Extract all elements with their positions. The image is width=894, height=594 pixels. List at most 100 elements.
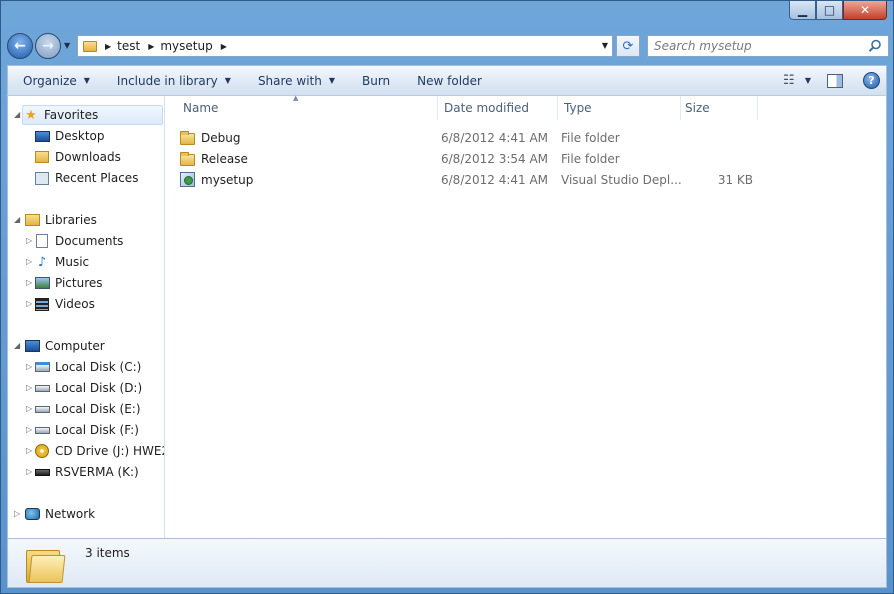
tree-label: Music xyxy=(55,255,90,269)
file-date: 6/8/2012 4:41 AM xyxy=(441,172,549,187)
preview-pane-icon[interactable] xyxy=(827,73,843,88)
organize-label: Organize xyxy=(23,73,77,88)
file-list: Name ▲ Date modified Type Size Debug 6/8… xyxy=(166,94,886,538)
tree-local-disk-e[interactable]: Local Disk (E:) xyxy=(34,399,141,419)
tree-desktop[interactable]: Desktop xyxy=(34,126,105,146)
expander-closed-icon[interactable]: ▷ xyxy=(26,257,32,266)
tree-label: Local Disk (D:) xyxy=(55,381,143,395)
back-button[interactable]: ← xyxy=(7,33,33,59)
folder-icon xyxy=(180,130,196,146)
expander-open-icon[interactable]: ◢ xyxy=(14,110,20,119)
expander-open-icon[interactable]: ◢ xyxy=(14,341,20,350)
tree-videos[interactable]: Videos xyxy=(34,294,95,314)
view-options-dropdown[interactable]: ▼ xyxy=(805,76,811,85)
table-row[interactable]: Debug 6/8/2012 4:41 AM File folder xyxy=(180,127,753,148)
tree-documents[interactable]: Documents xyxy=(34,231,123,251)
item-count: 3 items xyxy=(85,546,130,560)
new-folder-button[interactable]: New folder xyxy=(402,66,494,95)
network-icon xyxy=(24,506,40,522)
file-name: Release xyxy=(201,151,248,166)
tree-local-disk-d[interactable]: Local Disk (D:) xyxy=(34,378,142,398)
tree-label: Network xyxy=(45,507,96,521)
search-icon[interactable] xyxy=(868,39,882,53)
burn-button[interactable]: Burn xyxy=(347,66,402,95)
file-type: File folder xyxy=(561,151,620,166)
help-icon[interactable]: ? xyxy=(863,72,880,89)
table-row[interactable]: mysetup 6/8/2012 4:41 AM Visual Studio D… xyxy=(180,169,753,190)
tree-downloads[interactable]: Downloads xyxy=(34,147,121,167)
recent-pages-dropdown[interactable]: ▼ xyxy=(64,41,70,50)
expander-closed-icon[interactable]: ▷ xyxy=(26,404,32,413)
tree-network[interactable]: Network xyxy=(24,504,95,524)
search-box xyxy=(647,35,889,57)
expander-closed-icon[interactable]: ▷ xyxy=(26,278,32,287)
column-date-label: Date modified xyxy=(444,101,530,115)
content-area: ◢ ★ Favorites Desktop Downloads Recent P… xyxy=(7,94,887,538)
organize-button[interactable]: Organize ▼ xyxy=(8,66,102,95)
expander-closed-icon[interactable]: ▷ xyxy=(26,425,32,434)
expander-closed-icon[interactable]: ▷ xyxy=(14,509,20,518)
table-row[interactable]: Release 6/8/2012 3:54 AM File folder xyxy=(180,148,753,169)
column-date-modified[interactable]: Date modified xyxy=(438,96,558,120)
downloads-icon xyxy=(34,149,50,165)
tree-music[interactable]: ♪ Music xyxy=(34,252,89,272)
tree-computer[interactable]: Computer xyxy=(24,336,105,356)
cd-drive-icon xyxy=(34,443,50,459)
address-dropdown-icon[interactable]: ▼ xyxy=(602,41,608,50)
chevron-down-icon: ▼ xyxy=(224,76,231,85)
tree-pictures[interactable]: Pictures xyxy=(34,273,103,293)
expander-open-icon[interactable]: ◢ xyxy=(14,215,20,224)
tree-label: Desktop xyxy=(55,129,105,143)
tree-libraries[interactable]: Libraries xyxy=(24,210,97,230)
expander-closed-icon[interactable]: ▷ xyxy=(26,446,32,455)
include-label: Include in library xyxy=(116,73,218,88)
maximize-button[interactable]: □ xyxy=(816,1,843,20)
tree-label: Documents xyxy=(55,234,124,248)
burn-label: Burn xyxy=(362,73,391,88)
forward-button[interactable]: → xyxy=(35,33,61,59)
expander-closed-icon[interactable]: ▷ xyxy=(26,299,32,308)
change-view-icon[interactable]: ☷ xyxy=(779,73,799,88)
expander-closed-icon[interactable]: ▷ xyxy=(26,236,32,245)
breadcrumb-separator-icon[interactable]: ▶ xyxy=(221,42,227,51)
breadcrumb-test[interactable]: test xyxy=(117,39,140,53)
expander-closed-icon[interactable]: ▷ xyxy=(26,362,32,371)
tree-label: CD Drive (J:) HWE23_ xyxy=(55,444,164,458)
tree-cd-drive-j[interactable]: CD Drive (J:) HWE23_ xyxy=(34,441,164,461)
system-drive-icon xyxy=(34,359,50,375)
navigation-pane: ◢ ★ Favorites Desktop Downloads Recent P… xyxy=(8,96,165,538)
refresh-button[interactable]: ⟳ xyxy=(616,35,640,57)
address-bar[interactable]: ▶ test ▶ mysetup ▶ ▼ xyxy=(77,35,613,57)
pictures-icon xyxy=(34,275,50,291)
tree-local-disk-f[interactable]: Local Disk (F:) xyxy=(34,420,139,440)
column-header-row: Name ▲ Date modified Type Size xyxy=(166,94,886,120)
close-button[interactable]: ✕ xyxy=(843,1,887,20)
new-folder-label: New folder xyxy=(417,73,482,88)
share-with-button[interactable]: Share with ▼ xyxy=(243,66,347,95)
drive-icon xyxy=(34,401,50,417)
column-size[interactable]: Size xyxy=(681,96,758,120)
tree-local-disk-c[interactable]: Local Disk (C:) xyxy=(34,357,141,377)
tree-rsverma-k[interactable]: RSVERMA (K:) xyxy=(34,462,139,482)
tree-label: Favorites xyxy=(44,108,99,122)
tree-label: Downloads xyxy=(55,150,121,164)
file-type: Visual Studio Depl... xyxy=(561,172,682,187)
minimize-button[interactable]: ▁ xyxy=(789,1,816,20)
chevron-down-icon: ▼ xyxy=(328,76,335,85)
breadcrumb-separator-icon[interactable]: ▶ xyxy=(105,42,111,51)
breadcrumb-separator-icon[interactable]: ▶ xyxy=(148,42,154,51)
sort-ascending-icon: ▲ xyxy=(293,94,299,102)
search-input[interactable] xyxy=(654,39,864,53)
expander-closed-icon[interactable]: ▷ xyxy=(26,467,32,476)
tree-favorites[interactable]: ★ Favorites xyxy=(22,105,163,125)
drive-icon xyxy=(34,422,50,438)
share-label: Share with xyxy=(257,73,322,88)
column-type[interactable]: Type xyxy=(558,96,681,120)
tree-label: Local Disk (F:) xyxy=(55,423,139,437)
tree-recent-places[interactable]: Recent Places xyxy=(34,168,138,188)
column-name[interactable]: Name ▲ xyxy=(166,94,438,120)
breadcrumb-mysetup[interactable]: mysetup xyxy=(160,39,212,53)
include-in-library-button[interactable]: Include in library ▼ xyxy=(102,66,243,95)
arrow-right-icon: → xyxy=(42,38,54,54)
expander-closed-icon[interactable]: ▷ xyxy=(26,383,32,392)
